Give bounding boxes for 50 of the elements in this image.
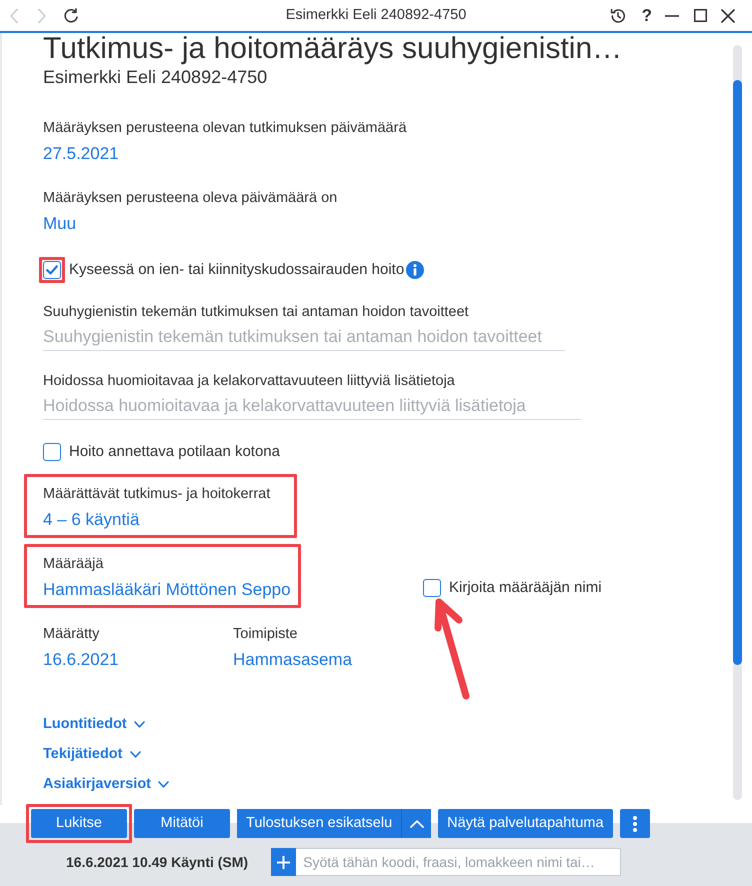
close-icon[interactable] — [721, 8, 735, 22]
field-label: Määrättävät tutkimus- ja hoitokerrat — [43, 485, 272, 504]
checkbox[interactable] — [43, 261, 61, 279]
add-button[interactable] — [271, 848, 296, 876]
text-field[interactable]: Suuhygienistin tekemän tutkimuksen tai antaman hoidon tavoitteet — [43, 323, 565, 351]
section-toggle[interactable]: Luontitiedot — [43, 709, 145, 739]
document-title: Tutkimus- ja hoitomääräys suuhygienistin… — [43, 33, 624, 65]
checkbox[interactable] — [423, 579, 441, 597]
visit-info: 16.6.2021 10.49 Käynti (SM) — [66, 852, 248, 872]
action-button[interactable]: Mitätöi — [134, 809, 230, 838]
scrollbar-track[interactable] — [733, 45, 742, 800]
help-button[interactable]: ? — [642, 6, 652, 26]
checkbox-label: Hoito annettava potilaan kotona — [69, 442, 280, 462]
section-toggle[interactable]: Asiakirjaversiot — [43, 769, 170, 799]
field-label: Toimipiste — [233, 625, 298, 644]
chevron-up-icon — [410, 820, 424, 828]
refresh-icon[interactable] — [63, 8, 79, 24]
vertical-dots-icon — [632, 816, 637, 832]
minimize-icon[interactable] — [665, 14, 679, 16]
checkbox[interactable] — [43, 443, 61, 461]
field-value[interactable]: 27.5.2021 — [43, 139, 407, 168]
checkmark-icon — [46, 265, 58, 275]
field-label: Määrätty — [43, 625, 100, 644]
field-label: Määräyksen perusteena olevan tutkimuksen päivämäärä — [43, 119, 407, 138]
maximize-icon[interactable] — [694, 9, 707, 22]
action-button[interactable]: Lukitse — [31, 809, 127, 838]
command-field[interactable]: Syötä tähän koodi, fraasi, lomakkeen nimi tai… — [296, 848, 622, 876]
checkbox-label: Kyseessä on ien- tai kiinnityskudossairauden hoito — [69, 260, 404, 280]
field-value[interactable]: 16.6.2021 — [43, 645, 233, 674]
more-button[interactable] — [620, 809, 650, 838]
history-icon[interactable] — [610, 8, 626, 24]
action-button[interactable]: Tulostuksen esikatselu — [237, 809, 402, 838]
field-label: Hoidossa huomioitavaa ja kelakorvattavuuteen liittyviä lisätietoja — [43, 372, 456, 391]
plus-icon — [277, 856, 290, 868]
field-value[interactable]: Hammasasema — [233, 645, 423, 674]
scrollbar-thumb[interactable] — [733, 80, 742, 665]
action-button[interactable]: Näytä palvelutapahtuma — [438, 809, 613, 838]
checkbox-label: Kirjoita määrääjän nimi — [449, 578, 602, 598]
info-icon[interactable] — [406, 261, 424, 279]
patient-name: Esimerkki Eeli 240892-4750 — [43, 66, 268, 89]
field-value[interactable]: Hammaslääkäri Möttönen Seppo — [43, 575, 291, 604]
section-toggle[interactable]: Tekijätiedot — [43, 739, 140, 769]
field-label: Määräyksen perusteena oleva päivämäärä on — [43, 189, 338, 208]
field-label: Määrääjä — [43, 555, 104, 574]
dropdown-button[interactable] — [402, 809, 432, 838]
field-label: Suuhygienistin tekemän tutkimuksen tai antaman hoidon tavoitteet — [43, 303, 470, 322]
text-field[interactable]: Hoidossa huomioitavaa ja kelakorvattavuuteen liittyviä lisätietoja — [43, 392, 581, 420]
field-value[interactable]: Muu — [43, 209, 338, 238]
field-value[interactable]: 4 – 6 käyntiä — [43, 505, 287, 534]
window-title: Esimerkki Eeli 240892-4750 — [286, 7, 466, 24]
